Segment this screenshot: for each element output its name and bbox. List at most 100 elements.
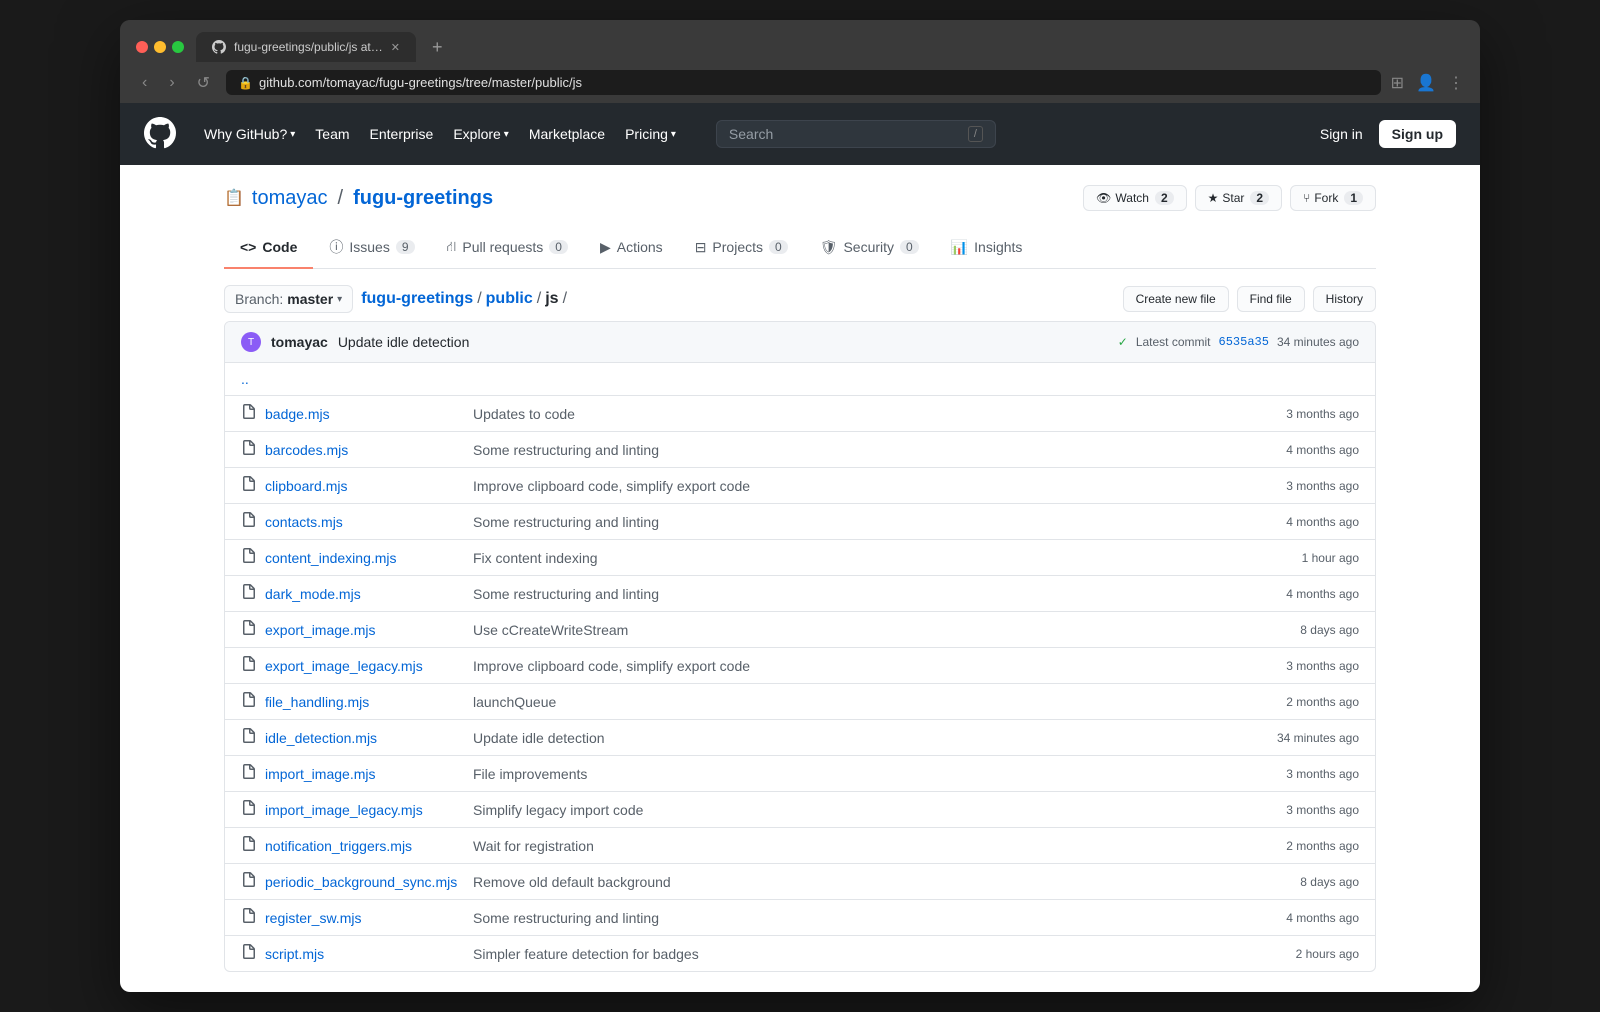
file-time: 8 days ago (1249, 875, 1359, 889)
minimize-dot[interactable] (154, 41, 166, 53)
tab-issues[interactable]: ⓘ Issues 9 (313, 227, 430, 269)
nav-right: Sign in Sign up (1320, 120, 1456, 148)
browser-titlebar: fugu-greetings/public/js at ma… ✕ + (120, 20, 1480, 62)
file-name[interactable]: contacts.mjs (265, 514, 465, 530)
repo-container: 📋 tomayac / fugu-greetings 👁 Watch 2 ★ S… (200, 165, 1400, 992)
breadcrumb-public[interactable]: public (486, 290, 533, 308)
nav-team[interactable]: Team (307, 120, 357, 148)
nav-why-github[interactable]: Why GitHub? ▾ (196, 120, 303, 148)
breadcrumb-repo[interactable]: fugu-greetings (361, 290, 473, 308)
close-dot[interactable] (136, 41, 148, 53)
file-commit: Some restructuring and linting (473, 910, 1241, 926)
browser-tab[interactable]: fugu-greetings/public/js at ma… ✕ (196, 32, 416, 62)
tab-projects[interactable]: ⊟ Projects 0 (679, 227, 804, 269)
fork-button[interactable]: ⑂ Fork 1 (1290, 185, 1376, 211)
file-name[interactable]: script.mjs (265, 946, 465, 962)
file-name[interactable]: import_image.mjs (265, 766, 465, 782)
file-name[interactable]: register_sw.mjs (265, 910, 465, 926)
signin-button[interactable]: Sign in (1320, 126, 1363, 142)
file-row: import_image_legacy.mjs Simplify legacy … (225, 792, 1375, 828)
file-nav-right: Create new file Find file History (1123, 286, 1376, 312)
file-commit: Simpler feature detection for badges (473, 946, 1241, 962)
file-row: import_image.mjs File improvements 3 mon… (225, 756, 1375, 792)
file-time: 4 months ago (1249, 587, 1359, 601)
file-name[interactable]: export_image.mjs (265, 622, 465, 638)
tab-security[interactable]: 🛡 Security 0 (804, 227, 935, 269)
commit-message: Update idle detection (338, 334, 1108, 350)
star-button[interactable]: ★ Star 2 (1195, 185, 1282, 211)
nav-explore[interactable]: Explore ▾ (445, 120, 517, 148)
tab-close-icon[interactable]: ✕ (391, 41, 400, 54)
file-row: dark_mode.mjs Some restructuring and lin… (225, 576, 1375, 612)
new-tab-button[interactable]: + (432, 37, 443, 58)
nav-enterprise[interactable]: Enterprise (362, 120, 442, 148)
file-row: badge.mjs Updates to code 3 months ago (225, 396, 1375, 432)
search-box[interactable]: Search / (716, 120, 996, 148)
commit-hash[interactable]: 6535a35 (1219, 335, 1269, 349)
file-time: 8 days ago (1249, 623, 1359, 637)
repo-owner[interactable]: tomayac (252, 187, 328, 210)
file-icon (241, 764, 257, 783)
file-commit: Fix content indexing (473, 550, 1241, 566)
file-time: 4 months ago (1249, 443, 1359, 457)
file-rows: badge.mjs Updates to code 3 months ago b… (225, 396, 1375, 971)
file-name[interactable]: periodic_background_sync.mjs (265, 874, 465, 890)
breadcrumb-sep-2: / (537, 290, 541, 308)
history-button[interactable]: History (1313, 286, 1376, 312)
latest-commit-label: Latest commit (1136, 335, 1211, 349)
branch-selector[interactable]: Branch: master ▾ (224, 285, 353, 313)
file-icon (241, 656, 257, 675)
commit-time: 34 minutes ago (1277, 335, 1359, 349)
file-commit: Simplify legacy import code (473, 802, 1241, 818)
insights-icon: 📊 (951, 239, 968, 256)
file-name[interactable]: file_handling.mjs (265, 694, 465, 710)
file-row: register_sw.mjs Some restructuring and l… (225, 900, 1375, 936)
find-file-button[interactable]: Find file (1237, 286, 1305, 312)
watch-button[interactable]: 👁 Watch 2 (1083, 185, 1186, 211)
file-name[interactable]: badge.mjs (265, 406, 465, 422)
file-commit: Improve clipboard code, simplify export … (473, 478, 1241, 494)
file-name[interactable]: export_image_legacy.mjs (265, 658, 465, 674)
file-time: 3 months ago (1249, 803, 1359, 817)
file-name[interactable]: idle_detection.mjs (265, 730, 465, 746)
repo-name[interactable]: fugu-greetings (353, 187, 493, 210)
file-name[interactable]: import_image_legacy.mjs (265, 802, 465, 818)
file-commit: Some restructuring and linting (473, 586, 1241, 602)
commit-header: T tomayac Update idle detection ✓ Latest… (225, 322, 1375, 363)
file-name[interactable]: notification_triggers.mjs (265, 838, 465, 854)
commit-author[interactable]: tomayac (271, 334, 328, 350)
file-name[interactable]: dark_mode.mjs (265, 586, 465, 602)
tab-code[interactable]: <> Code (224, 227, 313, 269)
signup-button[interactable]: Sign up (1379, 120, 1456, 148)
tab-insights[interactable]: 📊 Insights (935, 227, 1039, 269)
tab-actions[interactable]: ▶ Actions (584, 227, 679, 269)
file-commit: launchQueue (473, 694, 1241, 710)
nav-marketplace[interactable]: Marketplace (521, 120, 613, 148)
user-icon[interactable]: 👤 (1416, 73, 1436, 93)
file-name[interactable]: barcodes.mjs (265, 442, 465, 458)
star-count: 2 (1250, 191, 1269, 205)
grid-icon[interactable]: ⊞ (1391, 73, 1404, 93)
file-icon (241, 512, 257, 531)
reload-button[interactable]: ↺ (191, 71, 216, 95)
file-name[interactable]: clipboard.mjs (265, 478, 465, 494)
tab-pull-requests[interactable]: ⛙ Pull requests 0 (431, 227, 584, 269)
maximize-dot[interactable] (172, 41, 184, 53)
forward-button[interactable]: › (163, 72, 180, 94)
github-logo[interactable] (144, 117, 176, 152)
nav-pricing[interactable]: Pricing ▾ (617, 120, 684, 148)
file-commit: Some restructuring and linting (473, 514, 1241, 530)
back-button[interactable]: ‹ (136, 72, 153, 94)
projects-icon: ⊟ (695, 239, 707, 256)
parent-dir-row: .. (225, 363, 1375, 396)
address-bar[interactable]: 🔒 github.com/tomayac/fugu-greetings/tree… (226, 70, 1381, 95)
create-new-file-button[interactable]: Create new file (1123, 286, 1229, 312)
fork-icon: ⑂ (1303, 191, 1310, 205)
file-name[interactable]: content_indexing.mjs (265, 550, 465, 566)
file-time: 2 months ago (1249, 695, 1359, 709)
file-commit: Update idle detection (473, 730, 1241, 746)
menu-icon[interactable]: ⋮ (1448, 73, 1464, 93)
file-icon (241, 404, 257, 423)
file-row: export_image.mjs Use cCreateWriteStream … (225, 612, 1375, 648)
file-icon (241, 584, 257, 603)
